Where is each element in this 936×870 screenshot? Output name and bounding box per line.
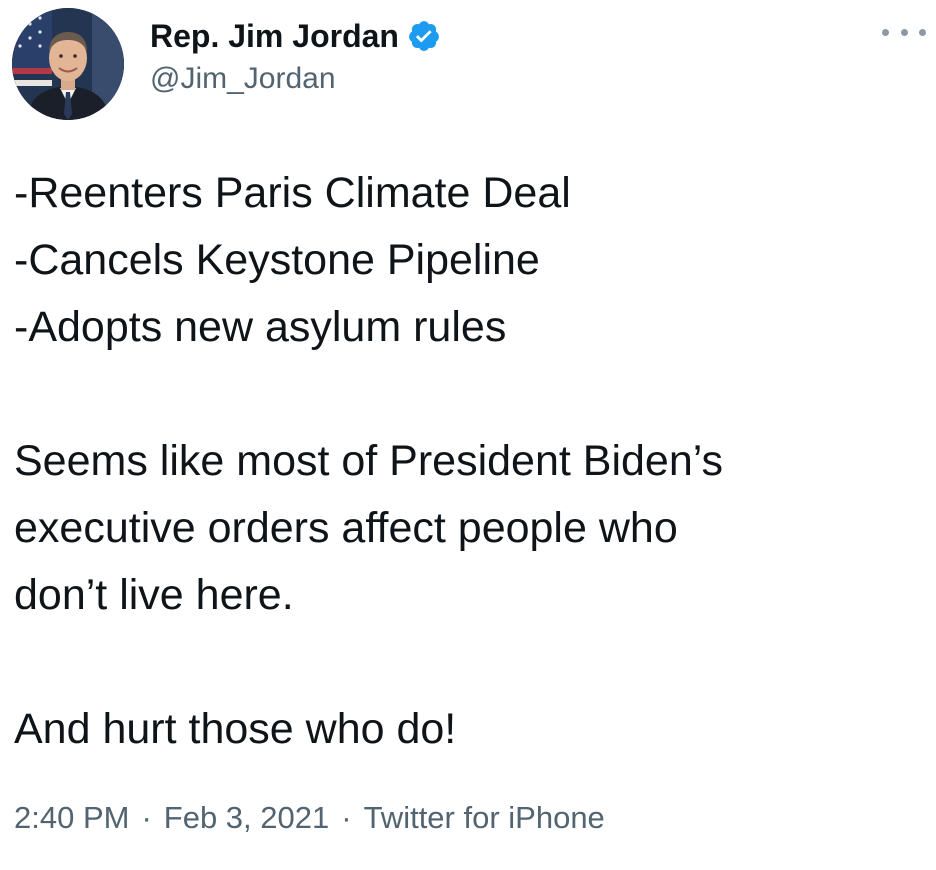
tweet-text: -Reenters Paris Climate Deal -Cancels Ke… [14, 160, 914, 763]
author-handle[interactable]: @Jim_Jordan [150, 62, 336, 96]
tweet-source-link[interactable]: Twitter for iPhone [364, 800, 605, 836]
verified-badge-icon [407, 19, 441, 53]
avatar-photo [12, 8, 124, 120]
tweet-line: -Cancels Keystone Pipeline [14, 236, 540, 284]
meta-separator: · [341, 800, 352, 835]
tweet-line: -Reenters Paris Climate Deal [14, 169, 571, 217]
meta-separator: · [141, 800, 152, 835]
tweet-line: don’t live here. [14, 571, 294, 619]
tweet-card: Rep. Jim Jordan @Jim_Jordan -Reenters Pa… [0, 0, 936, 870]
tweet-line: Seems like most of President Biden’s [14, 437, 724, 485]
tweet-line: And hurt those who do! [14, 705, 457, 753]
author-display-name[interactable]: Rep. Jim Jordan [150, 18, 399, 55]
more-options-icon[interactable] [882, 22, 926, 42]
author-name-row[interactable]: Rep. Jim Jordan [150, 14, 441, 58]
more-dot [919, 28, 926, 36]
more-dot [882, 28, 889, 36]
tweet-time[interactable]: 2:40 PM [14, 800, 129, 836]
tweet-meta: 2:40 PM · Feb 3, 2021 · Twitter for iPho… [14, 800, 605, 836]
avatar[interactable] [12, 8, 124, 120]
more-dot [900, 28, 908, 36]
tweet-line: -Adopts new asylum rules [14, 303, 507, 351]
tweet-line: executive orders affect people who [14, 504, 678, 552]
tweet-date[interactable]: Feb 3, 2021 [164, 800, 329, 836]
